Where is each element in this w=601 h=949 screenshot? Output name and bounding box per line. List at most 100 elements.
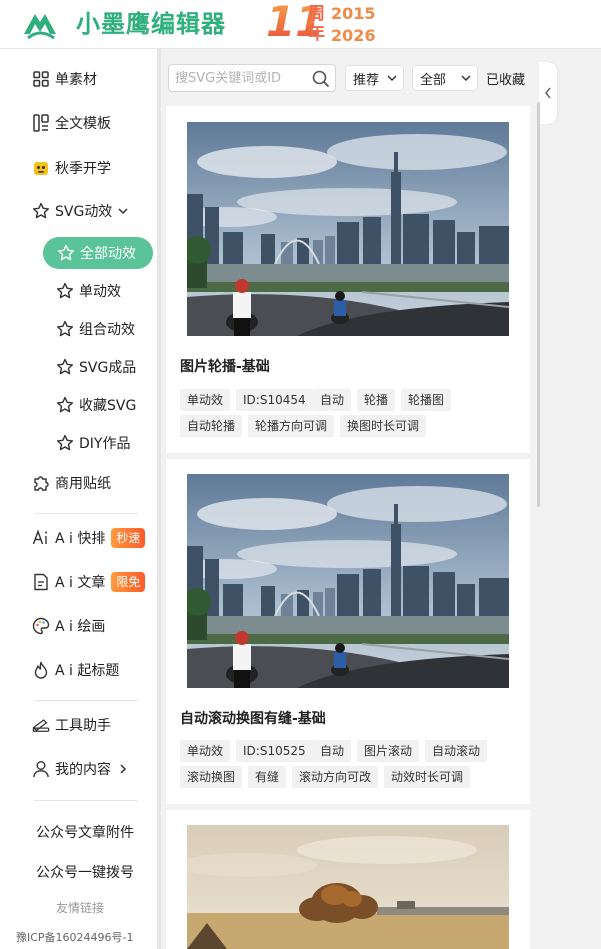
ai-icon [32, 529, 50, 547]
sidebar-item-label: 商用贴纸 [55, 476, 111, 492]
card-tag[interactable]: 自动轮播 [180, 415, 243, 437]
mascot-icon [32, 159, 50, 177]
card-thumbnail[interactable] [187, 825, 509, 949]
sort-value: 推荐 [353, 72, 380, 88]
effect-card[interactable]: 自动滚动换图有缝-基础 单动效 ID:S10525 自动 图片滚动 自动滚动 滚… [166, 459, 530, 804]
card-tag[interactable]: 单动效 [180, 740, 231, 762]
effect-card[interactable] [166, 810, 530, 949]
sort-dropdown[interactable]: 推荐 [345, 65, 404, 91]
sub-item-all-effects[interactable]: 全部动效 [43, 237, 153, 269]
sidebar-item-label: A i 绘画 [55, 619, 106, 635]
star-icon [56, 320, 74, 338]
logo-text[interactable]: 小墨鹰编辑器 [76, 8, 226, 40]
sub-item-svg-finished[interactable]: SVG成品 [56, 356, 136, 378]
effect-card[interactable]: 图片轮播-基础 单动效 ID:S10454 自动 轮播 轮播图 自动轮播 轮播方… [166, 106, 530, 453]
free-badge: 限免 [111, 572, 146, 592]
chevron-down-icon [118, 208, 128, 215]
sub-item-label: 全部动效 [80, 246, 136, 262]
filter-value: 全部 [420, 72, 447, 88]
search-bar [168, 64, 336, 92]
sidebar-item-tools[interactable]: 工具助手 [32, 713, 111, 737]
star-icon [56, 434, 74, 452]
city-photo [187, 474, 509, 688]
card-tag[interactable]: ID:S10525 [236, 740, 313, 762]
card-tag[interactable]: 自动 [313, 740, 352, 762]
sidebar-item-svg-effects[interactable]: SVG动效 [32, 199, 128, 223]
star-icon [32, 202, 50, 220]
sidebar-divider [34, 700, 138, 701]
palette-icon [32, 617, 50, 635]
card-title[interactable]: 自动滚动换图有缝-基础 [180, 708, 326, 728]
card-thumbnail[interactable] [187, 122, 509, 336]
anniversary-word-top: 周 [308, 4, 325, 24]
star-icon [56, 396, 74, 414]
card-tag[interactable]: 图片滚动 [357, 740, 420, 762]
sidebar-item-my-content[interactable]: 我的内容 [32, 757, 127, 781]
flame-icon [32, 661, 50, 679]
sidebar-item-ai-layout[interactable]: A i 快排 秒速 [32, 526, 146, 550]
sub-item-combo-effect[interactable]: 组合动效 [56, 318, 135, 340]
star-icon [56, 358, 74, 376]
card-thumbnail[interactable] [187, 474, 509, 688]
article-attachment-link[interactable]: 公众号文章附件 [36, 822, 134, 842]
sidebar-scrollbar[interactable] [157, 49, 161, 949]
sidebar-item-label: 我的内容 [55, 762, 111, 778]
sidebar-item-ai-title[interactable]: A i 起标题 [32, 658, 119, 682]
sidebar-item-label: 秋季开学 [55, 161, 111, 177]
card-tag[interactable]: 换图时长可调 [340, 415, 427, 437]
card-tag[interactable]: 自动 [313, 389, 352, 411]
search-icon[interactable] [311, 69, 331, 89]
star-icon [57, 244, 75, 262]
collapse-panel-button[interactable] [539, 62, 557, 124]
sidebar-item-label: 工具助手 [55, 718, 111, 734]
landscape-painting [187, 825, 509, 949]
collected-toggle[interactable]: 已收藏 [486, 69, 525, 88]
search-input[interactable] [175, 68, 305, 88]
sidebar-item-label: A i 快排 [55, 531, 106, 547]
star-icon [56, 282, 74, 300]
eagle-logo-icon[interactable] [22, 8, 58, 40]
sidebar-divider [34, 513, 138, 514]
sidebar-item-ai-painting[interactable]: A i 绘画 [32, 614, 105, 638]
sidebar-item-stickers[interactable]: 商用贴纸 [32, 471, 111, 495]
anniversary-year-end: 2026 [331, 26, 376, 45]
sub-item-diy-works[interactable]: DIY作品 [56, 432, 130, 454]
chevron-right-icon [120, 764, 127, 774]
grid-icon [32, 70, 50, 88]
card-tag[interactable]: 单动效 [180, 389, 231, 411]
anniversary-year-start: 2015 [331, 4, 376, 23]
card-tag[interactable]: 轮播 [357, 389, 396, 411]
sidebar-item-label: A i 起标题 [55, 663, 120, 679]
sidebar-item-label: 全文模板 [55, 116, 111, 132]
sidebar-item-autumn[interactable]: 秋季开学 [32, 156, 111, 180]
sub-item-favorite-svg[interactable]: 收藏SVG [56, 394, 136, 416]
sub-item-single-effect[interactable]: 单动效 [56, 280, 121, 302]
one-click-dial-link[interactable]: 公众号一键拨号 [36, 862, 134, 882]
city-photo [187, 122, 509, 336]
card-tag[interactable]: 自动滚动 [425, 740, 488, 762]
card-tag[interactable]: ID:S10454 [236, 389, 313, 411]
friend-links[interactable]: 友情链接 [56, 899, 104, 916]
card-tag[interactable]: 轮播图 [401, 389, 452, 411]
anniversary-word-bottom: 年 [308, 24, 325, 44]
icp-record[interactable]: 豫ICP备16024496号-1 [16, 929, 134, 945]
card-tag[interactable]: 滚动方向可改 [292, 766, 379, 788]
content-scrollbar[interactable] [537, 102, 540, 507]
sidebar-item-materials[interactable]: 单素材 [32, 67, 97, 91]
card-tag[interactable]: 有缝 [248, 766, 287, 788]
card-tag[interactable]: 滚动换图 [180, 766, 243, 788]
sidebar [0, 49, 157, 949]
user-icon [32, 760, 50, 778]
card-title[interactable]: 图片轮播-基础 [180, 356, 270, 376]
card-tag[interactable]: 轮播方向可调 [248, 415, 335, 437]
speed-badge: 秒速 [111, 528, 146, 548]
sub-item-label: 收藏SVG [79, 398, 137, 414]
filter-dropdown[interactable]: 全部 [412, 65, 478, 91]
chevron-down-icon [387, 75, 397, 82]
sidebar-item-templates[interactable]: 全文模板 [32, 111, 111, 135]
sidebar-item-ai-article[interactable]: A i 文章 限免 [32, 570, 146, 594]
sidebar-item-label: SVG动效 [55, 204, 113, 220]
puzzle-icon [32, 474, 50, 492]
card-tag[interactable]: 动效时长可调 [384, 766, 471, 788]
chevron-left-icon [545, 87, 551, 99]
